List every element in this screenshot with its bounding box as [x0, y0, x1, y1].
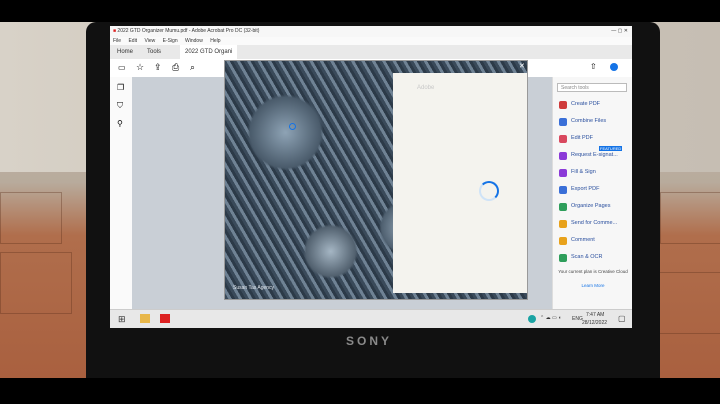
menu-window[interactable]: Window [185, 38, 203, 44]
create-pdf-icon [559, 101, 567, 109]
menu-view[interactable]: View [144, 38, 155, 44]
tool-organize-pages[interactable]: Organize Pages [553, 199, 632, 216]
acrobat-taskbar-icon[interactable] [160, 314, 170, 323]
share-icon[interactable]: ⇧ [590, 62, 597, 71]
loading-spinner-icon [479, 181, 499, 201]
bookmark-icon[interactable]: ⛉ [117, 101, 123, 111]
tool-export-pdf[interactable]: Export PDF [553, 182, 632, 199]
floor-tile [650, 272, 720, 334]
tab-tools[interactable]: Tools [142, 45, 166, 59]
export-icon [559, 186, 567, 194]
organize-icon [559, 203, 567, 211]
photo-credit: Susan Tas Agency [233, 285, 275, 291]
window-title: 2022 GTD Organizer Mumu.pdf - Adobe Acro… [117, 28, 260, 34]
save-icon[interactable]: ▭ [118, 63, 126, 72]
tray-icons[interactable]: ⌃ ☁ ▭ ◖ [540, 315, 561, 321]
attachment-icon[interactable]: ⚲ [117, 119, 123, 128]
upload-icon[interactable]: ⇪ [154, 62, 162, 73]
notification-icon[interactable]: ▢ [618, 314, 626, 323]
loading-card: Adobe [393, 73, 527, 293]
window-controls[interactable]: — ▢ ✕ [611, 26, 628, 37]
tool-combine-files[interactable]: Combine Files [553, 114, 632, 131]
menu-esign[interactable]: E-Sign [163, 38, 178, 44]
esign-icon [559, 152, 567, 160]
print-icon[interactable]: ⎙ [172, 62, 179, 73]
learn-more-link[interactable]: Learn More [557, 283, 629, 288]
tool-scan-ocr[interactable]: Scan & OCR [553, 250, 632, 267]
tool-create-pdf[interactable]: Create PDF [553, 97, 632, 114]
mouse-cursor-icon [289, 123, 296, 130]
tool-send-for-comments[interactable]: Send for Comme... [553, 216, 632, 233]
laptop-screen: ■ 2022 GTD Organizer Mumu.pdf - Adobe Ac… [110, 26, 632, 328]
comment-icon [559, 237, 567, 245]
app-tray-icon[interactable] [528, 315, 536, 323]
windows-taskbar: ⊞ ⌃ ☁ ▭ ◖ ENG 7:47 AM 28/12/2022 ▢ [110, 309, 632, 328]
tool-request-esign[interactable]: Request E-signat... FEATURED [553, 146, 632, 165]
close-icon[interactable]: ✕ [519, 62, 525, 70]
tab-document[interactable]: 2022 GTD Organi [180, 45, 238, 59]
fill-sign-icon [559, 169, 567, 177]
search-icon[interactable]: ⌕ [190, 62, 195, 73]
scan-icon [559, 254, 567, 262]
menu-help[interactable]: Help [210, 38, 220, 44]
menu-file[interactable]: File [113, 38, 121, 44]
clock-date[interactable]: 28/12/2022 [582, 320, 607, 326]
plan-note: Your current plan is Creative Cloud [558, 269, 628, 274]
menu-edit[interactable]: Edit [128, 38, 137, 44]
acrobat-icon: ■ [113, 28, 117, 34]
star-icon[interactable]: ☆ [136, 62, 144, 73]
pages-icon[interactable]: ❐ [117, 83, 124, 92]
tool-fill-sign[interactable]: Fill & Sign [553, 165, 632, 182]
tab-home[interactable]: Home [112, 45, 138, 59]
clock-time[interactable]: 7:47 AM [586, 312, 604, 318]
avatar[interactable] [610, 63, 618, 71]
combine-icon [559, 118, 567, 126]
edit-icon [559, 135, 567, 143]
floor-tile [660, 192, 720, 244]
tools-panel: Search tools Create PDF Combine Files Ed… [552, 77, 632, 309]
send-comments-icon [559, 220, 567, 228]
adobe-logo: Adobe [417, 85, 435, 91]
floor-tile [0, 252, 72, 314]
menu-bar: File Edit View E-Sign Window Help [110, 37, 632, 45]
loading-dialog: Adobe Susan Tas Agency ✕ [224, 60, 528, 300]
featured-badge: FEATURED [599, 146, 623, 151]
left-rail: ❐ ⛉ ⚲ [110, 77, 133, 322]
tool-comment[interactable]: Comment [553, 233, 632, 250]
floor-tile [0, 192, 62, 244]
tools-search-input[interactable]: Search tools [557, 83, 627, 92]
windows-start-icon[interactable]: ⊞ [118, 314, 126, 325]
tab-bar: Home Tools 2022 GTD Organi [110, 45, 632, 59]
file-explorer-icon[interactable] [140, 314, 150, 323]
laptop-brand: SONY [346, 334, 393, 348]
title-bar: ■ 2022 GTD Organizer Mumu.pdf - Adobe Ac… [110, 26, 632, 37]
